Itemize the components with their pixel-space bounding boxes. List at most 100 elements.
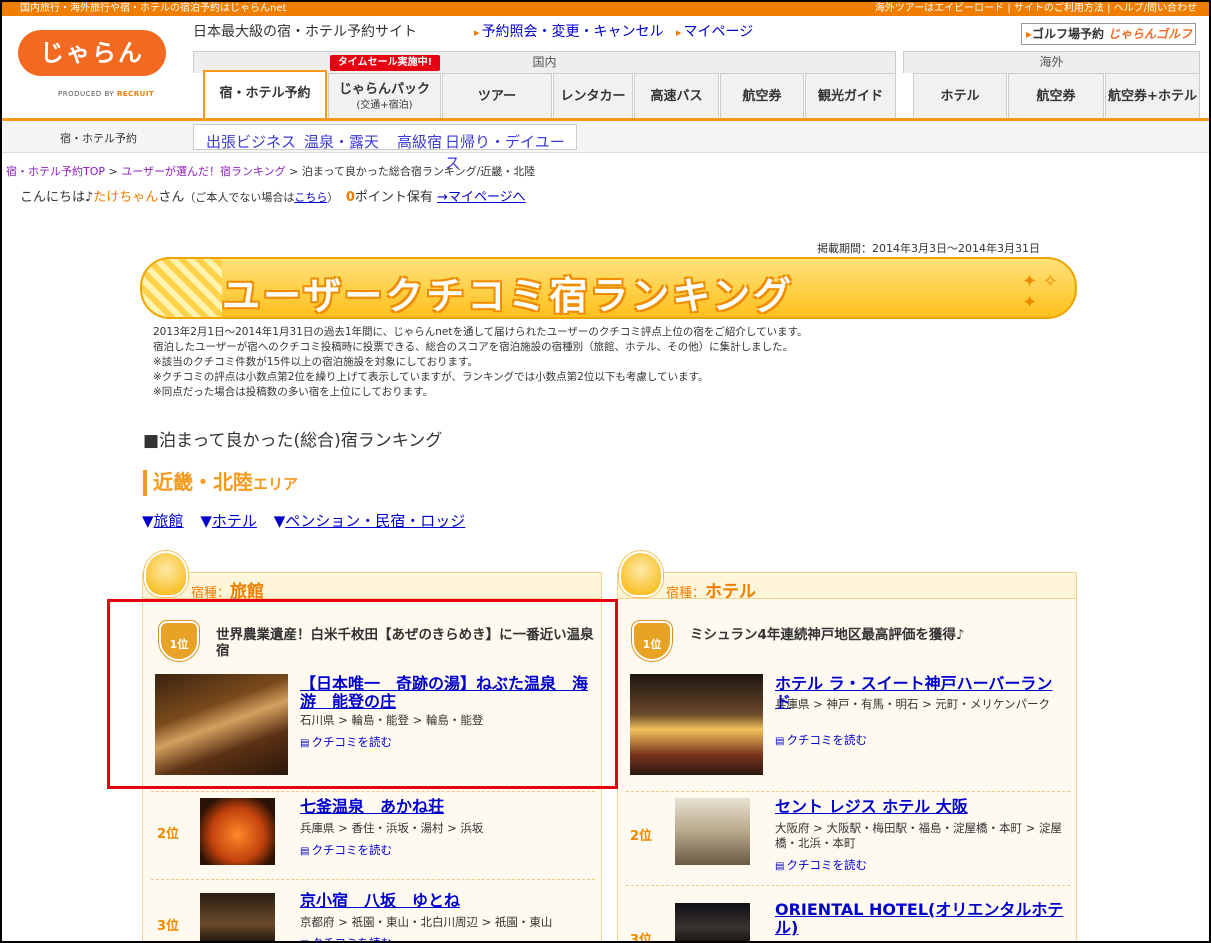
produced-by-recruit: PRODUCED BY RECRUIT xyxy=(58,90,154,98)
rank-3-hotel-name-link[interactable]: ORIENTAL HOTEL(オリエンタルホテル) xyxy=(775,901,1065,937)
greeting-prefix: こんにちは♪ xyxy=(20,190,94,205)
triangle-down-icon: ▼ xyxy=(200,512,212,530)
sub-nav-link-box: 出張ビジネス 温泉・露天 高級宿 日帰り・デイユース xyxy=(193,124,577,172)
tab-air-ticket[interactable]: 航空券 xyxy=(720,73,804,118)
banner-title: ユーザークチコミ宿ランキング xyxy=(222,274,795,318)
tab-jalan-pack-label: じゃらんパック xyxy=(338,82,430,97)
golf-booking-button[interactable]: ▸ゴルフ場予約 じゃらんゴルフ xyxy=(1021,23,1196,45)
overseas-group-label: 海外 xyxy=(903,51,1200,73)
hotel-photo[interactable] xyxy=(200,798,275,865)
section-title: ■泊まって良かった(総合)宿ランキング xyxy=(143,431,443,451)
top-bar-left-text[interactable]: 国内旅行・海外旅行や宿・ホテルの宿泊予約はじゃらんnet xyxy=(20,2,286,16)
publication-period: 掲載期間：2014年3月3日～2014年3月31日 xyxy=(817,242,1040,255)
rank-unit: 位 xyxy=(166,827,180,842)
tab-travel-guide[interactable]: 観光ガイド xyxy=(805,73,896,118)
top-bar: 国内旅行・海外旅行や宿・ホテルの宿泊予約はじゃらんnet 海外ツアーはエイビーロ… xyxy=(2,2,1209,16)
rank-2-label: 2位 xyxy=(157,819,179,843)
tab-tour[interactable]: ツアー xyxy=(442,73,552,118)
rank-unit: 位 xyxy=(639,829,653,844)
hotel-ranking-column: 宿種：ホテル 1位 ミシュラン4年連続神戸地区最高評価を獲得♪ ホテル ラ・スイ… xyxy=(617,572,1077,943)
greeting-mypage-link[interactable]: →マイページへ xyxy=(437,190,526,205)
ryokan-column-header: 宿種：旅館 xyxy=(143,573,601,602)
recruit-brand: RECRUIT xyxy=(116,90,155,98)
anchor-hotel-link[interactable]: ホテル xyxy=(212,512,257,530)
rank-unit: 位 xyxy=(166,919,180,934)
banner-stars-decoration: ✦ ✧ ✦ xyxy=(1022,271,1058,313)
tab-highway-bus[interactable]: 高速バス xyxy=(634,73,719,118)
golf-booking-label: ゴルフ場予約 xyxy=(1032,27,1105,41)
points-value: 0 xyxy=(345,190,355,205)
tab-overseas-hotel[interactable]: ホテル xyxy=(913,73,1007,118)
rank-2-label: 2位 xyxy=(630,821,652,845)
tab-jalan-pack[interactable]: じゃらんパック (交通+宿泊) xyxy=(328,73,441,118)
reservation-inquiry-link[interactable]: 予約照会・変更・キャンセル xyxy=(474,21,664,41)
kind-name: ホテル xyxy=(705,582,757,602)
hotel-photo[interactable] xyxy=(675,798,750,865)
ranking-banner: ユーザークチコミ宿ランキング ✦ ✧ ✦ xyxy=(140,257,1077,319)
points-label: ポイント保有 xyxy=(354,190,433,205)
produced-by-label: PRODUCED BY xyxy=(58,90,117,98)
rank-1-badge: 1位 xyxy=(632,621,672,661)
read-reviews-link[interactable]: クチコミを読む xyxy=(775,857,867,873)
anchor-pension-link[interactable]: ペンション・民宿・ロッジ xyxy=(285,512,465,530)
area-name: 近畿・北陸 xyxy=(153,470,253,494)
timesale-badge[interactable]: タイムセール実施中! xyxy=(330,55,440,71)
rank-number: 3 xyxy=(630,933,640,943)
subnav-onsen-link[interactable]: 温泉・露天 xyxy=(304,131,379,152)
site-tagline: 日本最大級の宿・ホテル予約サイト xyxy=(193,24,417,40)
breadcrumb-ranking-link[interactable]: ユーザーが選んだ！宿ランキング xyxy=(121,165,285,178)
hotel-photo[interactable] xyxy=(675,903,750,943)
jalan-logo-text[interactable]: じゃらん xyxy=(18,30,166,76)
tab-overseas-air-hotel[interactable]: 航空券+ホテル xyxy=(1105,73,1200,118)
rank-number: 2 xyxy=(157,827,167,842)
tab-overseas-air[interactable]: 航空券 xyxy=(1008,73,1104,118)
note-line: ※該当のクチコミ件数が15件以上の宿泊施設を対象にしております。 xyxy=(153,356,478,368)
jalan-golf-logo: じゃらんゴルフ xyxy=(1108,27,1193,41)
rank-3-hotel-name-link[interactable]: 京小宿 八坂 ゆとね xyxy=(300,892,590,910)
not-you-note: （ご本人でない場合は xyxy=(184,191,295,204)
greeting-suffix: さん xyxy=(158,190,185,205)
hotel-address: 兵庫県 > 香住・浜坂・湯村 > 浜坂 xyxy=(300,821,484,835)
jalan-logo[interactable]: じゃらん xyxy=(18,30,166,80)
rank-unit: 位 xyxy=(639,933,653,943)
divider xyxy=(626,791,1070,792)
rank-unit: 位 xyxy=(650,638,662,651)
breadcrumb-sep: > xyxy=(285,165,302,178)
rank-3-label: 3位 xyxy=(157,911,179,935)
rank-number: 3 xyxy=(157,919,167,934)
read-reviews-link[interactable]: クチコミを読む xyxy=(300,935,392,943)
read-reviews-link[interactable]: クチコミを読む xyxy=(300,842,392,858)
mypage-link[interactable]: マイページ xyxy=(676,21,754,41)
subnav-business-link[interactable]: 出張ビジネス xyxy=(206,131,296,152)
rank-3-label: 3位 xyxy=(630,925,652,943)
hotel-address: 京都府 > 祇園・東山・北白川周辺 > 祇園・東山 xyxy=(300,915,553,929)
anchor-ryokan-link[interactable]: 旅館 xyxy=(154,512,184,530)
hotel-column-header: 宿種：ホテル xyxy=(618,573,1076,602)
mascot-icon xyxy=(144,551,188,597)
not-you-link[interactable]: こちら xyxy=(294,191,327,204)
area-suffix: エリア xyxy=(253,475,299,493)
rank-number: 2 xyxy=(630,829,640,844)
hotel-column-title: 宿種：ホテル xyxy=(666,577,756,602)
divider xyxy=(626,885,1070,886)
tab-rental-car[interactable]: レンタカー xyxy=(553,73,633,118)
rank-1-catchcopy: ミシュラン4年連続神戸地区最高評価を獲得♪ xyxy=(690,627,965,643)
rank-2-hotel-name-link[interactable]: セント レジス ホテル 大阪 xyxy=(775,798,1065,816)
hotel-photo[interactable] xyxy=(630,674,763,775)
read-reviews-link[interactable]: クチコミを読む xyxy=(775,732,867,748)
banner-stripe-decoration xyxy=(142,259,222,317)
note-line: 宿泊したユーザーが宿へのクチコミ投稿時に投票できる、総合のスコアを宿泊施設の宿種… xyxy=(153,341,794,353)
subnav-luxury-link[interactable]: 高級宿 xyxy=(397,131,442,152)
triangle-down-icon: ▼ xyxy=(273,512,286,530)
note-line: ※クチコミの評点は小数点第2位を繰り上げて表示していますが、ランキングでは小数点… xyxy=(153,371,709,383)
sub-nav: 宿・ホテル予約 出張ビジネス 温泉・露天 高級宿 日帰り・デイユース xyxy=(2,121,1209,172)
rank-2-hotel-name-link[interactable]: 七釜温泉 あかね荘 xyxy=(300,798,590,816)
top-bar-right-links[interactable]: 海外ツアーはエイビーロード | サイトのご利用方法 | ヘルプ/問い合わせ xyxy=(875,2,1197,16)
tab-hotel-reservation[interactable]: 宿・ホテル予約 xyxy=(203,70,327,120)
hotel-photo[interactable] xyxy=(200,893,275,943)
hotel-address: 兵庫県 > 神戸・有馬・明石 > 元町・メリケンパーク xyxy=(775,697,1051,711)
divider xyxy=(151,791,595,792)
breadcrumb-top-link[interactable]: 宿・ホテル予約TOP xyxy=(6,165,105,178)
mascot-icon xyxy=(619,551,663,597)
note-line: ※同点だった場合は投稿数の多い宿を上位にしております。 xyxy=(153,386,434,398)
